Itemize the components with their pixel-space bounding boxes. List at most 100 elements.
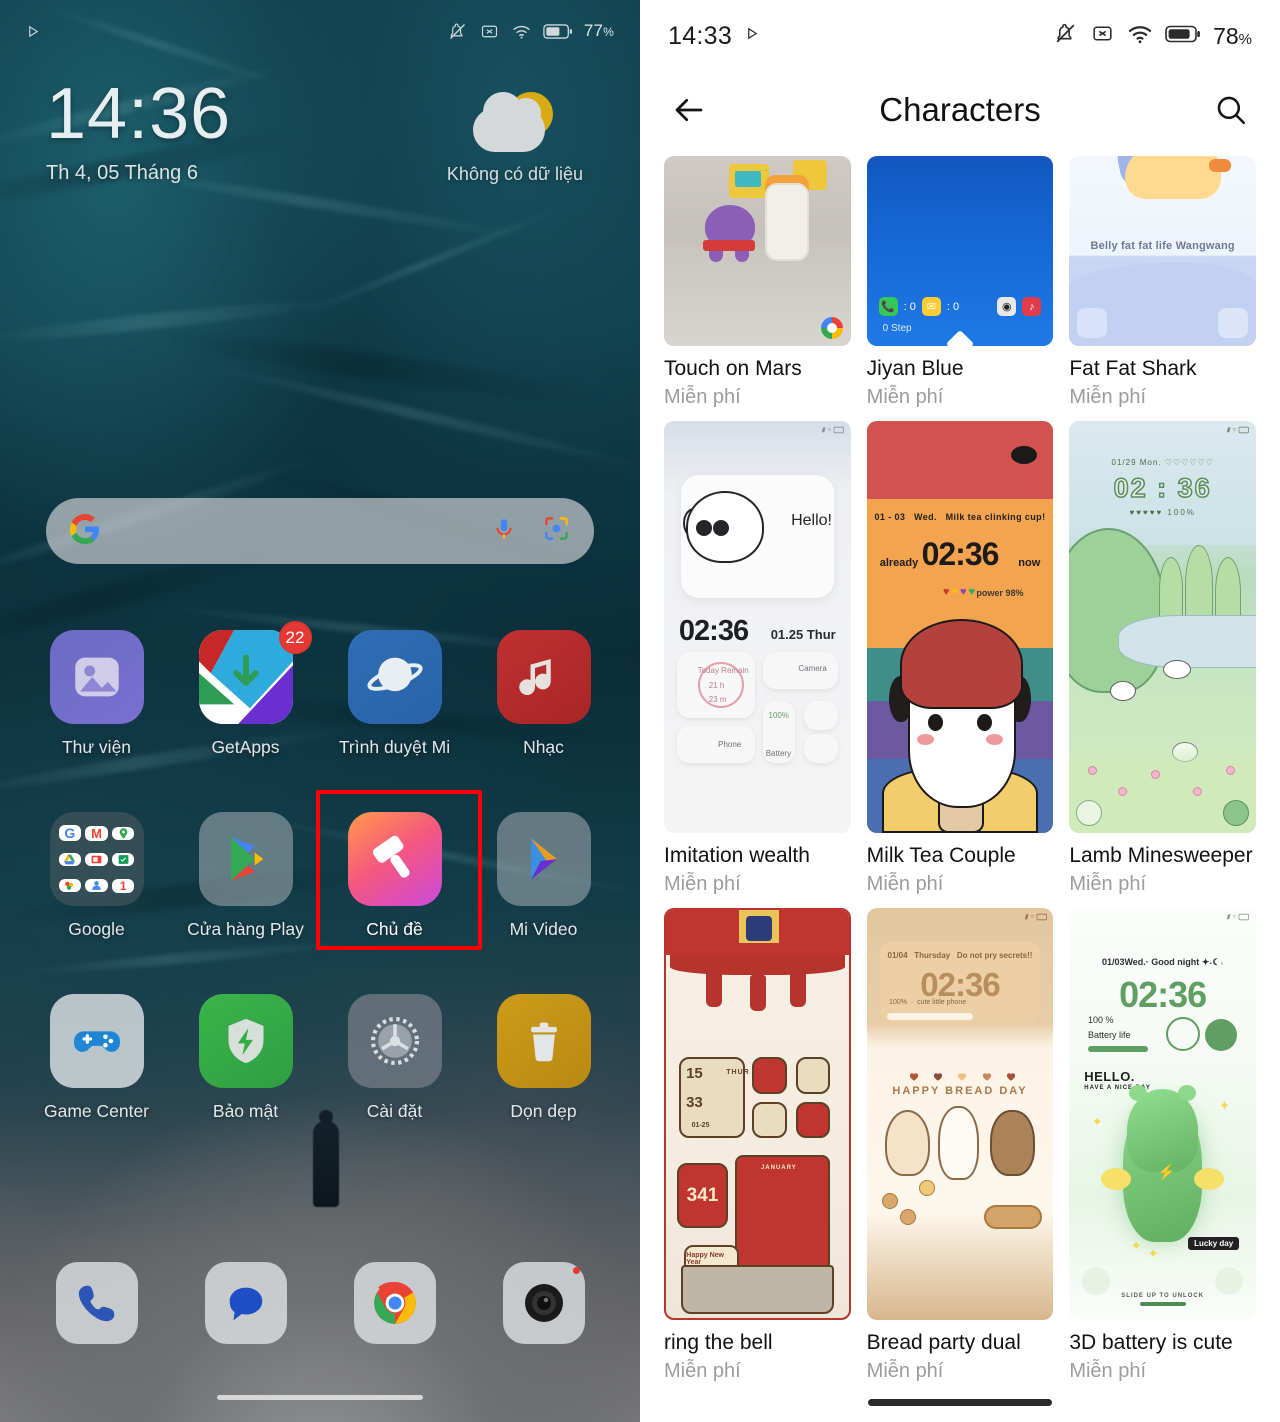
weather-widget[interactable]: Không có dữ liệu [430, 92, 600, 185]
preview-phone-label: Phone [718, 740, 742, 750]
theme-preview-image[interactable]: Belly fat fat life Wangwang [1069, 156, 1256, 346]
mi-video-icon [496, 812, 591, 906]
home-indicator[interactable] [868, 1399, 1052, 1406]
app-nhac[interactable]: Nhạc [485, 630, 603, 782]
dock-app-chrome[interactable] [336, 1262, 454, 1344]
theme-preview-image[interactable]: ▮ ≈ 01/03Wed.· Good night ✦˖☾˒ 02:36 100 … [1069, 908, 1256, 1320]
preview-date: 01/03Wed. [1101, 957, 1146, 968]
no-sim-icon [479, 21, 500, 42]
theme-name: ring the bell [664, 1331, 773, 1354]
google-lens-icon[interactable] [543, 515, 570, 547]
preview-now: now [1018, 556, 1041, 569]
theme-price: Miễn phí [1069, 1360, 1147, 1382]
app-label: Cài đặt [366, 1101, 423, 1121]
app-label: Dọn dẹp [510, 1101, 577, 1121]
preview-hours: 21 h [708, 680, 725, 690]
preview-lucky-badge: Lucky day [1188, 1236, 1240, 1250]
app-label: Nhạc [523, 737, 564, 757]
notification-badge: 22 [278, 621, 312, 654]
app-thu-vien[interactable]: Thư viện [38, 630, 156, 782]
preview-battery-label: Battery life [1087, 1029, 1131, 1040]
home-indicator[interactable] [217, 1395, 423, 1400]
app-game-center[interactable]: Game Center [38, 994, 156, 1146]
theme-name: Jiyan Blue [866, 357, 964, 380]
battery-icon [1165, 24, 1201, 49]
app-label: Mi Video [509, 919, 578, 939]
app-cua-hang-play[interactable]: Cửa hàng Play [187, 812, 305, 964]
theme-price: Miễn phí [866, 386, 944, 408]
app-trinh-duyet-mi[interactable]: Trình duyệt Mi [336, 630, 454, 782]
theme-card[interactable]: ▮ ≈ Hello! 02:36 01.25 Thur Today Remain … [664, 421, 851, 896]
play-icon [745, 26, 760, 46]
app-label: Cửa hàng Play [187, 919, 304, 939]
app-label: Google [68, 919, 125, 939]
preview-camera-label: Camera [798, 664, 827, 674]
cleaner-trash-icon [496, 994, 591, 1088]
preview-count-1: : 0 [903, 300, 916, 313]
app-mi-video[interactable]: Mi Video [485, 812, 603, 964]
theme-card[interactable]: 01 - 03 Wed. Milk tea clinking cup! alre… [866, 421, 1054, 896]
page-title: Characters [879, 91, 1041, 128]
theme-preview-image[interactable]: 📞 : 0 ✉ : 0 ◉ ♪ 0 Step [866, 156, 1054, 346]
theme-preview-image[interactable]: 15 33 THUR 01-25 341 JANUARY Happy New Y… [664, 908, 851, 1320]
preview-step-text: 0 Step [882, 323, 912, 334]
sun-cloud-icon [471, 92, 559, 154]
theme-price: Miễn phí [866, 1360, 944, 1382]
chrome-icon [353, 1262, 436, 1344]
play-icon [26, 24, 41, 39]
getapps-icon [198, 630, 293, 724]
back-arrow-icon[interactable] [666, 87, 712, 133]
theme-card[interactable]: 📞 : 0 ✉ : 0 ◉ ♪ 0 Step Jiyan Blue Miễn p… [866, 156, 1054, 409]
theme-preview-image[interactable] [664, 156, 851, 346]
theme-card[interactable]: ▮ ≈ 01/04 Thursday Do not pry secrets!! 0… [866, 908, 1054, 1383]
theme-card[interactable]: Touch on Mars Miễn phí [664, 156, 851, 409]
preview-battery: 100 % [1087, 1015, 1114, 1026]
dock-app-camera[interactable] [485, 1262, 603, 1344]
preview-power-value: 98% [1005, 587, 1024, 598]
theme-preview-image[interactable]: ▮ ≈ 01/04 Thursday Do not pry secrets!! 0… [866, 908, 1054, 1320]
preview-clock: 02:36 [1119, 973, 1207, 1015]
search-icon[interactable] [1208, 87, 1254, 133]
theme-card[interactable]: ▮ ≈ 01/03Wed.· Good night ✦˖☾˒ 02:36 100 … [1069, 908, 1256, 1383]
preview-clock: 02:36 [678, 614, 749, 647]
lock-right-icon [1223, 800, 1249, 826]
theme-price: Miễn phí [664, 1360, 741, 1382]
microphone-icon[interactable] [491, 516, 517, 547]
google-search-bar[interactable] [46, 498, 594, 564]
theme-preview-image[interactable]: 01 - 03 Wed. Milk tea clinking cup! alre… [866, 421, 1054, 833]
dock-app-phone[interactable] [38, 1262, 156, 1344]
app-getapps[interactable]: 22 GetApps [187, 621, 312, 782]
bee-icon [1010, 445, 1037, 464]
theme-card[interactable]: Belly fat fat life Wangwang Fat Fat Shar… [1069, 156, 1256, 409]
theme-card[interactable]: 15 33 THUR 01-25 341 JANUARY Happy New Y… [664, 908, 851, 1383]
theme-name: Bread party dual [866, 1331, 1021, 1354]
app-label: GetApps [211, 737, 280, 757]
app-cai-dat[interactable]: Cài đặt [336, 994, 454, 1146]
app-row-1: Thư viện 22 GetApps Trình duyệt Mi Nhạc [0, 621, 640, 782]
theme-name: Lamb Minesweeper [1069, 844, 1253, 867]
preview-weekday: Thursday [914, 951, 951, 961]
app-google-folder[interactable]: G M 1 Google [38, 812, 156, 964]
lock-clock-widget[interactable]: 14:36 Th 4, 05 Tháng 6 [46, 78, 231, 185]
app-bao-mat[interactable]: Bảo mật [187, 994, 305, 1146]
preview-caption: Belly fat fat life Wangwang [1090, 239, 1235, 252]
app-grid: Thư viện 22 GetApps Trình duyệt Mi Nhạc … [0, 621, 640, 1176]
google-g-icon [70, 513, 100, 549]
dock-app-messages[interactable] [187, 1262, 305, 1344]
battery-percent: 77% [583, 21, 614, 40]
theme-card[interactable]: ▮≈ 01/29 Mon. ♡♡♡♡♡♡ 02 : 36 ♥♥♥♥♥ 100% [1069, 421, 1256, 896]
app-label: Bảo mật [212, 1101, 279, 1121]
preview-today-remain: Today Remain [697, 666, 749, 676]
theme-preview-image[interactable]: ▮ ≈ 01/29 Mon. ♡♡♡♡♡♡ 02 : 36 ♥♥♥♥♥ 100% [1069, 421, 1256, 833]
app-don-dep[interactable]: Dọn dẹp [485, 994, 603, 1146]
home-screen: 77% 14:36 Th 4, 05 Tháng 6 Không có dữ l… [0, 0, 640, 1422]
mi-browser-icon [347, 630, 442, 724]
app-label: Thư viện [61, 737, 132, 757]
app-label: Game Center [43, 1101, 150, 1121]
theme-price: Miễn phí [664, 873, 741, 895]
app-chu-de[interactable]: Chủ đề [315, 790, 482, 964]
mute-bell-icon [447, 21, 468, 42]
preview-greeting: Good night [1151, 957, 1200, 968]
preview-date: 01-25 [691, 1122, 710, 1130]
theme-preview-image[interactable]: ▮ ≈ Hello! 02:36 01.25 Thur Today Remain … [664, 421, 851, 833]
